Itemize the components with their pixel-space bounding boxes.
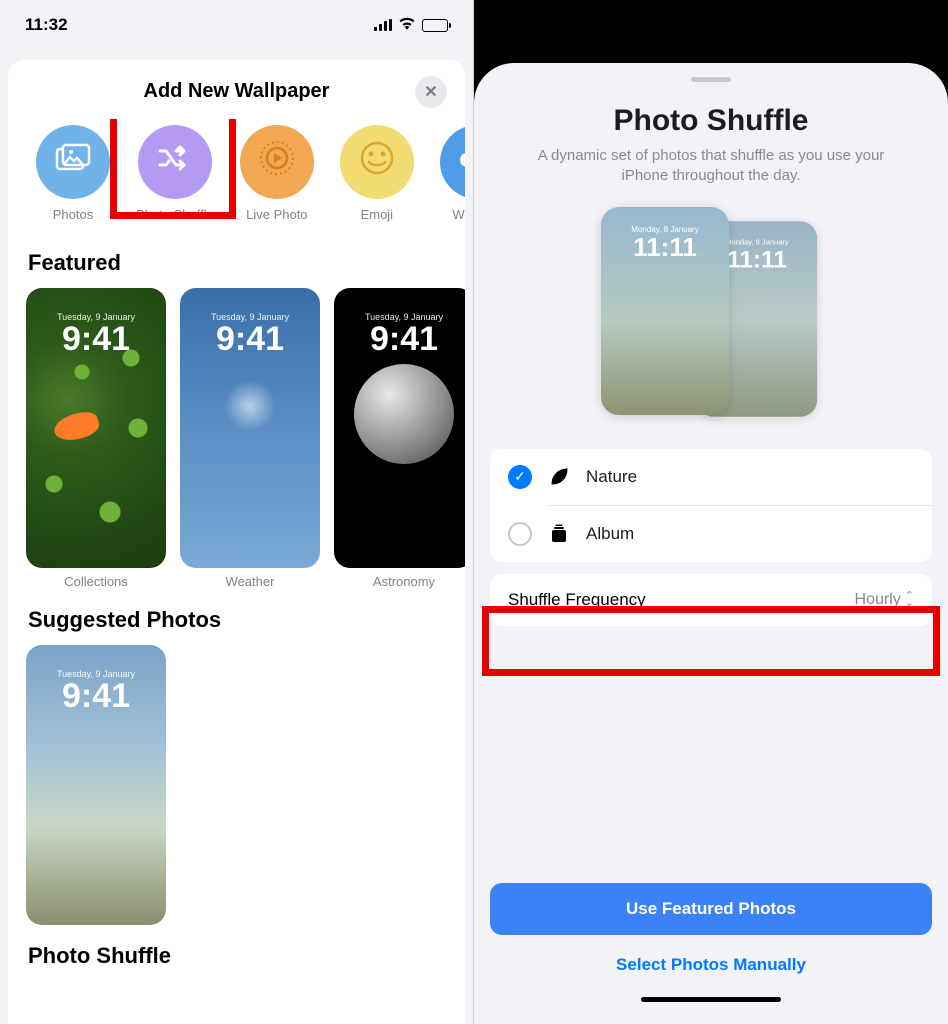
radio-checked-icon: ✓ [508, 465, 532, 489]
close-icon: ✕ [424, 82, 437, 102]
section-photo-shuffle-title: Photo Shuffle [8, 925, 465, 981]
select-photos-manually-button[interactable]: Select Photos Manually [490, 949, 932, 985]
battery-icon [422, 19, 448, 32]
featured-astronomy[interactable]: Tuesday, 9 January9:41 Astronomy [334, 288, 465, 589]
category-label: Photos [53, 207, 93, 222]
frequency-value: Hourly ⌃⌄ [855, 591, 914, 609]
preview-front-card: Monday, 8 January11:11 [601, 207, 729, 415]
category-scroll[interactable]: Photos Photo Shuffle Live Photo Emoji We… [8, 119, 465, 232]
photo-shuffle-title: Photo Shuffle [474, 104, 948, 138]
photos-icon [55, 143, 91, 181]
thumb-label: Astronomy [373, 574, 435, 589]
option-label: Nature [586, 467, 637, 487]
preview-area: Monday, 8 January11:11 Monday, 8 January… [474, 207, 948, 427]
frequency-label: Shuffle Frequency [508, 590, 646, 610]
category-label: Emoji [361, 207, 394, 222]
live-photo-icon [257, 138, 297, 186]
section-suggested-title: Suggested Photos [8, 589, 465, 645]
album-icon [548, 524, 570, 544]
thumb-label: Weather [226, 574, 275, 589]
home-indicator[interactable] [641, 997, 781, 1002]
bottom-actions: Use Featured Photos Select Photos Manual… [490, 883, 932, 1002]
wifi-icon [398, 15, 416, 35]
category-label: Photo Shuffle [136, 207, 214, 222]
sheet-grabber[interactable] [691, 77, 731, 82]
photo-shuffle-subtitle: A dynamic set of photos that shuffle as … [474, 138, 948, 207]
category-weather[interactable]: Weather [440, 125, 465, 222]
photo-shuffle-sheet: Photo Shuffle A dynamic set of photos th… [474, 63, 948, 1024]
category-live-photo[interactable]: Live Photo [240, 125, 314, 222]
category-label: Live Photo [246, 207, 307, 222]
leaf-icon [548, 467, 570, 487]
cloud-icon [456, 144, 465, 181]
radio-unchecked-icon [508, 522, 532, 546]
status-time: 11:32 [25, 15, 68, 35]
use-featured-photos-button[interactable]: Use Featured Photos [490, 883, 932, 935]
add-wallpaper-sheet: Add New Wallpaper ✕ Photos Photo Shuffle… [8, 60, 465, 1024]
section-featured-title: Featured [8, 232, 465, 288]
category-photos[interactable]: Photos [36, 125, 110, 222]
featured-weather[interactable]: Tuesday, 9 January9:41 Weather [180, 288, 320, 589]
emoji-icon [357, 138, 397, 186]
thumb-label: Collections [64, 574, 128, 589]
option-nature[interactable]: ✓ Nature [490, 449, 932, 505]
featured-row[interactable]: Tuesday, 9 January9:41 Collections Tuesd… [8, 288, 465, 589]
close-button[interactable]: ✕ [415, 76, 447, 108]
category-label: Weather [452, 207, 465, 222]
chevron-up-down-icon: ⌃⌄ [905, 593, 914, 606]
shuffle-frequency-row[interactable]: Shuffle Frequency Hourly ⌃⌄ [490, 574, 932, 626]
cellular-icon [374, 19, 392, 31]
suggested-photo-0[interactable]: Tuesday, 9 January9:41 [26, 645, 166, 925]
shuffle-source-list: ✓ Nature Album [490, 449, 932, 562]
featured-collections[interactable]: Tuesday, 9 January9:41 Collections [26, 288, 166, 589]
suggested-row[interactable]: Tuesday, 9 January9:41 [8, 645, 465, 925]
photo-shuffle-screen: Photo Shuffle A dynamic set of photos th… [474, 0, 948, 1024]
sheet-title: Add New Wallpaper [144, 80, 330, 103]
category-photo-shuffle[interactable]: Photo Shuffle [136, 125, 214, 222]
category-emoji[interactable]: Emoji [340, 125, 414, 222]
status-indicators [374, 15, 448, 35]
option-label: Album [586, 524, 634, 544]
wallpaper-picker-screen: 11:32 Add New Wallpaper ✕ Photos Photo S… [0, 0, 474, 1024]
status-bar: 11:32 [0, 0, 473, 50]
option-album[interactable]: Album [490, 506, 932, 562]
shuffle-icon [156, 143, 194, 181]
